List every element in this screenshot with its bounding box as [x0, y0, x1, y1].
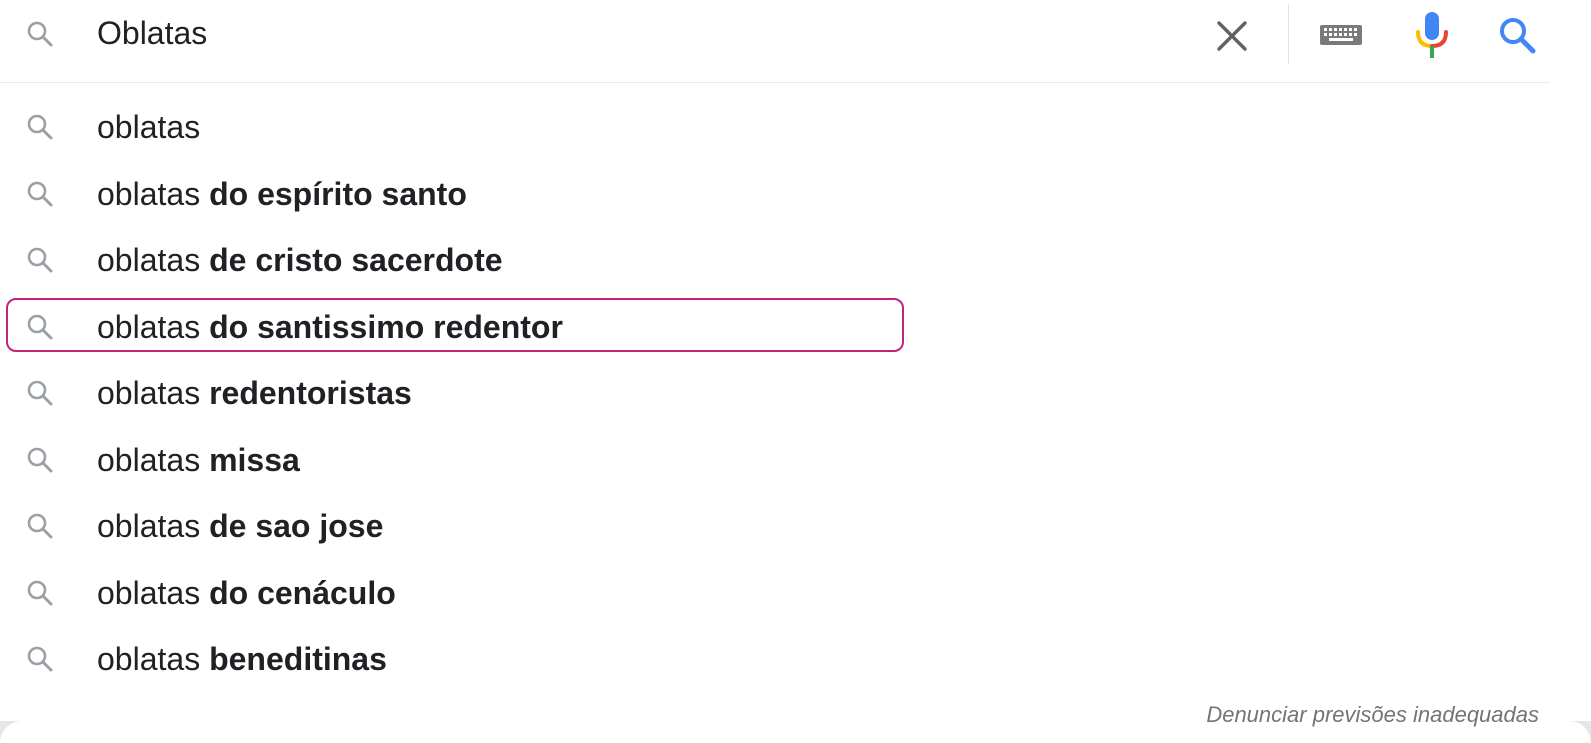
search-autocomplete-panel: oblatas oblatas do espírito santo oblata…	[0, 0, 1591, 743]
suggestion-completion: do cenáculo	[209, 574, 396, 611]
suggestion-completion: de cristo sacerdote	[209, 242, 503, 278]
suggestion-completion: de sao jose	[209, 508, 384, 544]
search-icon	[26, 579, 54, 607]
suggestion-item-highlighted[interactable]: oblatas do santissimo redentor	[0, 293, 1591, 360]
search-bar	[0, 0, 1591, 80]
search-icon	[26, 379, 54, 407]
search-icon	[26, 313, 54, 341]
suggestion-completion: beneditinas	[209, 641, 387, 677]
search-icon	[26, 180, 54, 208]
search-icon	[26, 20, 54, 48]
suggestion-text: oblatas de cristo sacerdote	[97, 240, 503, 280]
suggestion-prefix: oblatas	[97, 175, 201, 212]
suggestion-completion: do santissimo redentor	[209, 308, 563, 345]
suggestion-prefix: oblatas	[97, 242, 201, 278]
voice-search-button[interactable]	[1410, 8, 1454, 62]
keyboard-button[interactable]	[1318, 20, 1366, 50]
suggestion-prefix: oblatas	[97, 574, 201, 611]
report-predictions-link[interactable]: Denunciar previsões inadequadas	[1206, 702, 1539, 728]
card-corner	[1547, 721, 1591, 743]
clear-search-button[interactable]	[1210, 14, 1254, 58]
suggestion-text: oblatas de sao jose	[97, 506, 383, 546]
suggestion-text: oblatas redentoristas	[97, 373, 412, 413]
suggestion-item[interactable]: oblatas do espírito santo	[0, 160, 1591, 227]
suggestion-prefix: oblatas	[97, 441, 201, 478]
suggestion-text: oblatas beneditinas	[97, 639, 387, 679]
suggestion-prefix: oblatas	[97, 508, 201, 544]
search-submit-button[interactable]	[1494, 12, 1542, 60]
search-icon	[1500, 18, 1536, 54]
search-bar-separator	[1288, 4, 1289, 64]
keyboard-icon	[1320, 25, 1362, 45]
suggestion-text: oblatas	[97, 107, 200, 147]
suggestion-prefix: oblatas	[97, 641, 201, 677]
suggestion-item[interactable]: oblatas do cenáculo	[0, 559, 1591, 626]
search-icon	[26, 113, 54, 141]
suggestion-text: oblatas do cenáculo	[97, 573, 396, 613]
suggestion-text: oblatas missa	[97, 440, 300, 480]
suggestion-list: oblatas oblatas do espírito santo oblata…	[0, 93, 1591, 692]
suggestion-item[interactable]: oblatas redentoristas	[0, 359, 1591, 426]
suggestion-prefix: oblatas	[97, 308, 201, 345]
suggestion-item[interactable]: oblatas de cristo sacerdote	[0, 226, 1591, 293]
close-icon	[1217, 21, 1247, 51]
search-divider	[0, 82, 1550, 83]
card-corner	[0, 721, 44, 743]
suggestion-item[interactable]: oblatas de sao jose	[0, 492, 1591, 559]
suggestion-prefix: oblatas	[97, 109, 201, 145]
suggestion-prefix: oblatas	[97, 375, 201, 411]
search-input[interactable]	[97, 13, 1147, 53]
suggestion-completion: redentoristas	[209, 375, 412, 411]
suggestion-text: oblatas do santissimo redentor	[97, 307, 563, 347]
suggestion-completion: missa	[209, 441, 300, 478]
suggestion-item[interactable]: oblatas beneditinas	[0, 625, 1591, 692]
microphone-icon	[1416, 12, 1448, 58]
search-icon	[26, 512, 54, 540]
search-icon	[26, 446, 54, 474]
suggestion-completion: do espírito santo	[209, 175, 467, 212]
search-icon	[26, 246, 54, 274]
suggestion-item[interactable]: oblatas	[0, 93, 1591, 160]
suggestion-text: oblatas do espírito santo	[97, 174, 467, 214]
search-icon	[26, 645, 54, 673]
suggestion-item[interactable]: oblatas missa	[0, 426, 1591, 493]
